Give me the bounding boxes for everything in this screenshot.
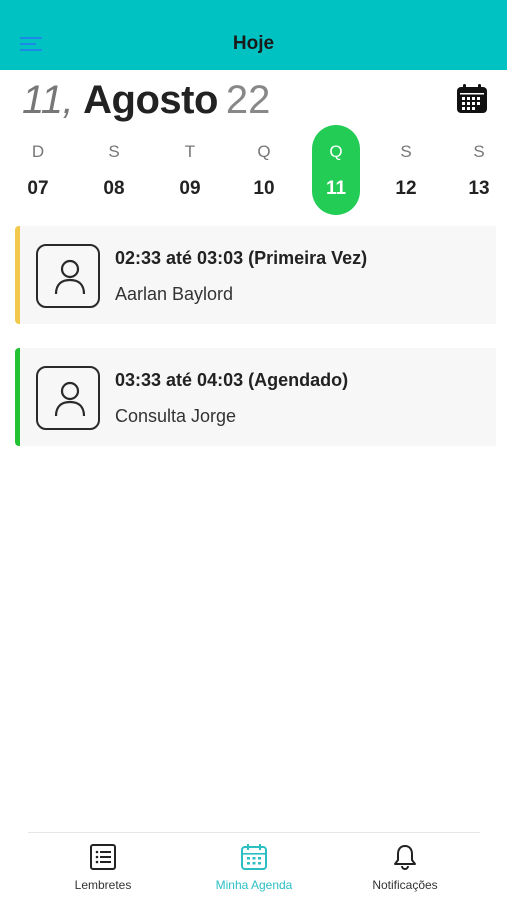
user-icon — [36, 244, 100, 308]
day-letter: S — [473, 142, 485, 161]
appointment-time: 03:33 até 04:03 (Agendado) — [115, 370, 349, 390]
day-number: 11 — [325, 178, 347, 199]
nav-lembretes[interactable]: Lembretes — [28, 833, 178, 900]
day-letter: D — [31, 142, 45, 161]
date-year: 22 — [225, 78, 271, 122]
day-10[interactable]: Q 10 — [240, 128, 288, 216]
day-letter: Q — [257, 142, 271, 161]
day-number: 08 — [103, 178, 125, 199]
day-11-selected[interactable]: Q 11 — [312, 125, 360, 216]
nav-label: Minha Agenda — [215, 878, 293, 892]
appointment-card[interactable]: 02:33 até 03:03 (Primeira Vez) Aarlan Ba… — [15, 226, 496, 324]
day-number: 10 — [253, 178, 275, 199]
selected-day-pill — [312, 125, 360, 215]
nav-notificacoes[interactable]: Notificações — [330, 833, 480, 900]
day-number: 07 — [27, 178, 49, 199]
list-icon — [89, 843, 117, 871]
day-13[interactable]: S 13 — [455, 128, 503, 216]
day-number: 12 — [395, 178, 417, 199]
day-letter: Q — [329, 142, 343, 161]
top-app-bar: Hoje — [0, 0, 507, 70]
nav-label: Lembretes — [74, 878, 132, 892]
day-letter: S — [400, 142, 412, 161]
date-month: Agosto — [83, 78, 218, 122]
day-number: 09 — [179, 178, 201, 199]
nav-label: Notificações — [372, 878, 438, 892]
day-12[interactable]: S 12 — [382, 128, 430, 216]
date-day: 11, — [22, 78, 74, 122]
nav-minha-agenda[interactable]: Minha Agenda — [179, 833, 329, 900]
user-icon — [36, 366, 100, 430]
day-09[interactable]: T 09 — [166, 128, 214, 216]
appointment-name: Consulta Jorge — [115, 406, 237, 426]
date-header: 11, Agosto 22 — [22, 78, 270, 126]
calendar-icon — [240, 843, 268, 871]
day-07[interactable]: D 07 — [14, 128, 62, 216]
day-number: 13 — [468, 178, 490, 199]
page-title: Hoje — [232, 33, 275, 54]
week-strip: D 07 S 08 T 09 Q 10 Q 11 S 12 S 13 — [0, 125, 507, 218]
day-08[interactable]: S 08 — [90, 128, 138, 216]
bottom-navigation: Lembretes Minha Agenda Notificações — [28, 832, 480, 900]
day-letter: S — [108, 142, 120, 161]
appointment-time: 02:33 até 03:03 (Primeira Vez) — [115, 248, 368, 268]
calendar-picker-icon[interactable] — [456, 84, 488, 114]
appointment-name: Aarlan Baylord — [115, 284, 234, 304]
bell-icon — [391, 843, 419, 871]
day-letter: T — [184, 142, 196, 161]
hamburger-menu-icon[interactable] — [20, 36, 42, 52]
appointment-card[interactable]: 03:33 até 04:03 (Agendado) Consulta Jorg… — [15, 348, 496, 446]
